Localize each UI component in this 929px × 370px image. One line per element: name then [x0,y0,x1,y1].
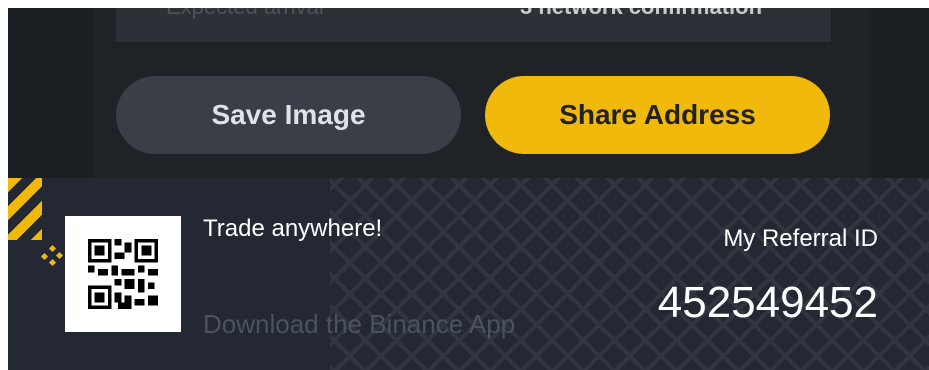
background-pattern [330,178,929,370]
download-app-text: Download the Binance App [203,309,516,339]
referral-id-value: 452549452 [657,278,878,327]
brand-dots-icon [40,244,64,267]
expected-arrival-row: Expected arrival 3 network confirmation [116,8,831,42]
share-address-button[interactable]: Share Address [485,76,830,154]
qr-code-container [65,216,181,332]
banner-title: Trade anywhere! [203,215,383,242]
save-image-button[interactable]: Save Image [116,76,461,154]
expected-arrival-label: Expected arrival [166,8,324,20]
brand-stripes-icon [8,178,42,240]
referral-id-label: My Referral ID [723,225,878,252]
qr-code-icon [88,239,158,309]
referral-banner: Trade anywhere! Download the Binance App… [8,178,929,370]
expected-arrival-value: 3 network confirmation [520,8,762,20]
